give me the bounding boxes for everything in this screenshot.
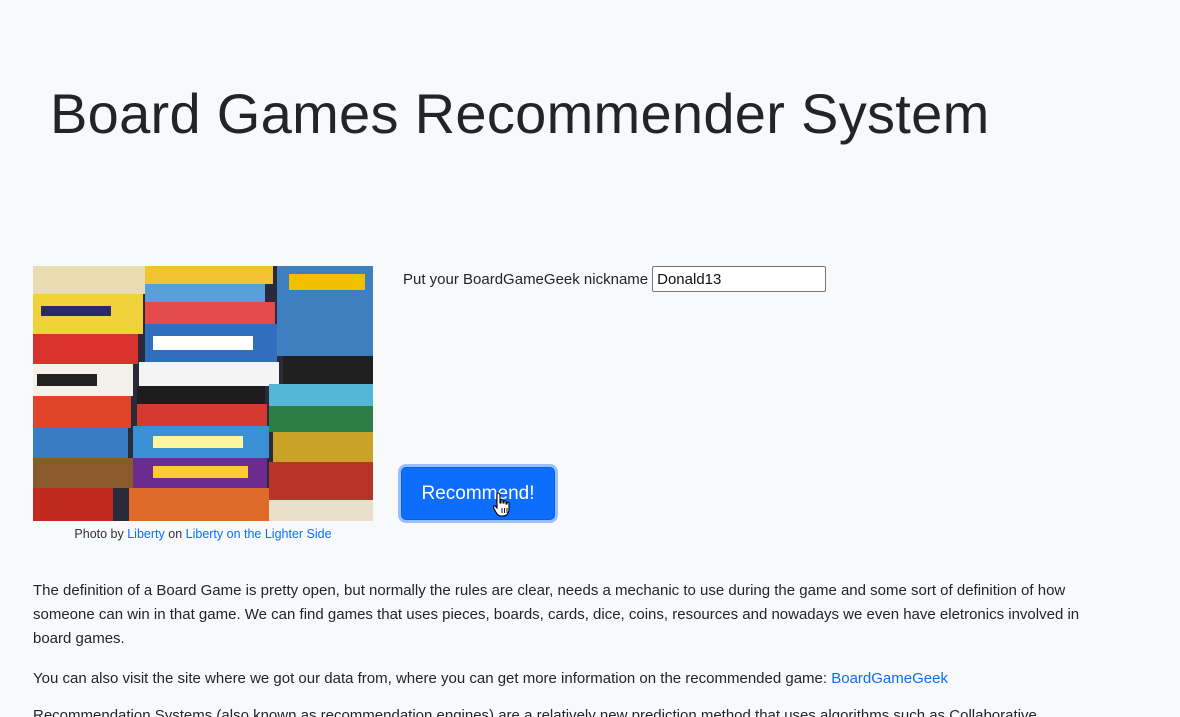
data-source-text: You can also visit the site where we got… xyxy=(33,670,828,687)
author-link[interactable]: Liberty xyxy=(127,527,165,541)
board-game-definition-paragraph: The definition of a Board Game is pretty… xyxy=(33,582,1080,647)
caption-middle: on xyxy=(168,527,183,541)
caption-prefix: Photo by xyxy=(74,527,124,541)
page: Board Games Recommender System Photo by … xyxy=(0,0,1180,717)
board-games-photo xyxy=(33,266,373,521)
page-title: Board Games Recommender System xyxy=(50,82,990,145)
photo-figure: Photo by Liberty on Liberty on the Light… xyxy=(33,266,373,541)
nickname-form: Put your BoardGameGeek nickname xyxy=(403,266,827,292)
boardgamegeek-link[interactable]: BoardGameGeek xyxy=(831,670,948,687)
nickname-input[interactable] xyxy=(652,266,827,292)
recommend-button[interactable]: Recommend! xyxy=(401,467,555,520)
source-link[interactable]: Liberty on the Lighter Side xyxy=(186,527,332,541)
recommendation-systems-paragraph: Recommendation Systems (also known as re… xyxy=(33,707,1037,717)
nickname-label: Put your BoardGameGeek nickname xyxy=(403,270,649,288)
photo-caption: Photo by Liberty on Liberty on the Light… xyxy=(33,527,373,541)
data-source-paragraph: You can also visit the site where we got… xyxy=(33,667,1113,691)
